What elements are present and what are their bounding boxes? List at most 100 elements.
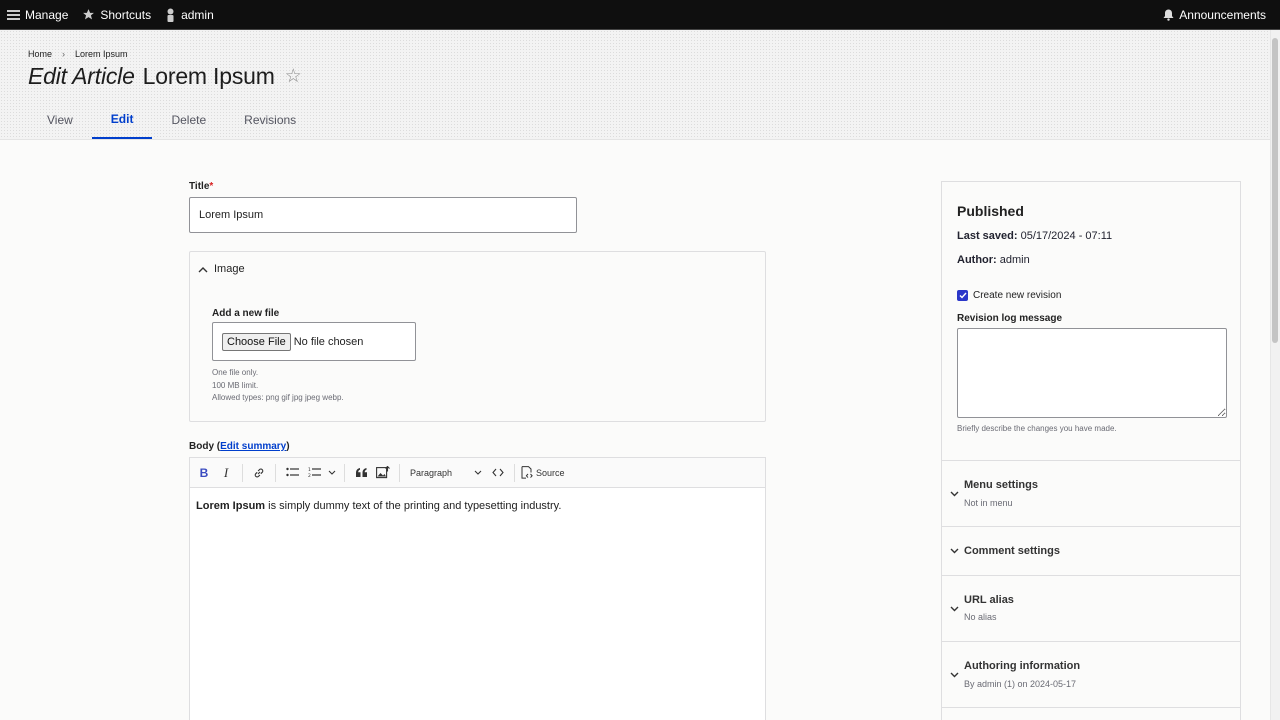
authoring-info-summary: By admin (1) on 2024-05-17 — [964, 679, 1077, 689]
next-accordion-border — [942, 707, 1240, 720]
body-editor: B I 12 Paragraph Source Lorem Ipsum is s… — [189, 457, 766, 720]
no-file-text: No file chosen — [293, 335, 364, 348]
blockquote-icon[interactable] — [351, 461, 371, 485]
create-revision-checkbox[interactable] — [957, 290, 968, 301]
scrollbar-thumb[interactable] — [1272, 38, 1278, 343]
file-desc-types: Allowed types: png gif jpg jpeg webp. — [212, 393, 344, 402]
toolbar-divider — [242, 463, 243, 482]
page-title-prefix: Edit Article — [28, 63, 135, 89]
breadcrumb: Home › Lorem Ipsum — [28, 49, 128, 59]
chevron-up-icon — [198, 266, 208, 272]
edit-summary-link[interactable]: Edit summary — [220, 441, 286, 452]
image-summary-label: Image — [214, 263, 245, 275]
shortcuts-button[interactable]: Shortcuts — [75, 0, 158, 30]
publish-status: Published — [957, 203, 1024, 219]
comment-settings-accordion[interactable]: Comment settings — [942, 526, 1240, 575]
admin-toolbar: Manage Shortcuts admin Announcements — [0, 0, 1280, 30]
create-revision-field: Create new revision — [957, 290, 1061, 301]
content-text: is simply dummy text of the printing and… — [265, 500, 562, 512]
bold-icon[interactable]: B — [194, 461, 214, 485]
title-label: Title* — [189, 181, 213, 192]
italic-icon[interactable]: I — [216, 461, 236, 485]
toolbar-divider — [344, 463, 345, 482]
toolbar-divider — [514, 463, 515, 482]
toolbar-divider — [399, 463, 400, 482]
primary-tabs: View Edit Delete Revisions — [28, 101, 315, 139]
hamburger-icon — [7, 9, 20, 20]
url-alias-title: URL alias — [964, 594, 1014, 606]
code-icon[interactable] — [488, 461, 508, 485]
page-scrollbar[interactable] — [1270, 30, 1280, 720]
content-bold-text: Lorem Ipsum — [196, 500, 266, 512]
user-menu-button[interactable]: admin — [158, 0, 221, 30]
chevron-down-icon — [950, 491, 959, 497]
user-label: admin — [181, 7, 214, 22]
title-input[interactable] — [189, 197, 577, 233]
insert-image-icon[interactable] — [373, 461, 393, 485]
menu-settings-title: Menu settings — [964, 479, 1038, 491]
authoring-info-accordion[interactable]: Authoring information By admin (1) on 20… — [942, 641, 1240, 707]
body-label-text: Body — [189, 441, 214, 452]
heading-format-select[interactable]: Paragraph — [406, 468, 486, 478]
svg-text:2: 2 — [308, 473, 311, 478]
breadcrumb-current[interactable]: Lorem Ipsum — [75, 49, 128, 59]
url-alias-accordion[interactable]: URL alias No alias — [942, 575, 1240, 641]
image-fieldset: Image Add a new file Choose File No file… — [189, 251, 766, 422]
shortcut-star-icon[interactable]: ☆ — [285, 65, 302, 88]
editor-content[interactable]: Lorem Ipsum is simply dummy text of the … — [190, 488, 765, 524]
star-icon — [83, 9, 95, 20]
comment-settings-title: Comment settings — [964, 545, 1060, 557]
numbered-list-icon[interactable]: 12 — [304, 461, 324, 485]
announcements-button[interactable]: Announcements — [1156, 0, 1280, 30]
tab-delete[interactable]: Delete — [152, 101, 225, 139]
meta-sidebar: Published Last saved: 05/17/2024 - 07:11… — [941, 181, 1241, 720]
announcements-label: Announcements — [1179, 7, 1266, 22]
url-alias-summary: No alias — [964, 612, 997, 622]
manage-label: Manage — [25, 7, 69, 22]
chevron-down-icon — [950, 606, 959, 612]
checkmark-icon — [959, 292, 967, 299]
shortcuts-label: Shortcuts — [100, 7, 152, 22]
menu-settings-summary: Not in menu — [964, 498, 1013, 508]
breadcrumb-home[interactable]: Home — [28, 49, 52, 59]
revision-log-label: Revision log message — [957, 313, 1063, 324]
add-file-label: Add a new file — [212, 308, 280, 319]
toolbar-divider — [275, 463, 276, 482]
image-summary-toggle[interactable]: Image — [198, 263, 245, 275]
bulleted-list-icon[interactable] — [282, 461, 302, 485]
last-saved-label: Last saved: — [957, 230, 1018, 242]
chevron-down-icon — [474, 470, 482, 475]
source-label: Source — [536, 467, 565, 478]
revision-log-textarea[interactable] — [957, 328, 1227, 418]
menu-settings-accordion[interactable]: Menu settings Not in menu — [942, 460, 1240, 526]
body-label: Body (Edit summary) — [189, 441, 290, 452]
required-marker: * — [209, 181, 214, 192]
editor-toolbar: B I 12 Paragraph Source — [190, 458, 765, 488]
author-value: admin — [999, 254, 1030, 266]
page-header: Home › Lorem Ipsum Edit Article Lorem Ip… — [0, 30, 1270, 140]
last-saved: Last saved: 05/17/2024 - 07:11 — [957, 230, 1112, 242]
bell-icon — [1163, 9, 1174, 21]
manage-menu-button[interactable]: Manage — [0, 0, 75, 30]
author-label: Author: — [957, 254, 997, 266]
source-button[interactable]: Source — [521, 466, 565, 479]
tab-revisions[interactable]: Revisions — [225, 101, 315, 139]
chevron-down-icon — [950, 672, 959, 678]
list-dropdown-chevron-icon[interactable] — [326, 461, 338, 485]
svg-text:1: 1 — [308, 467, 311, 473]
authoring-info-title: Authoring information — [964, 660, 1081, 672]
author-info: Author: admin — [957, 254, 1030, 266]
create-revision-label[interactable]: Create new revision — [973, 290, 1061, 301]
source-icon — [521, 466, 533, 479]
file-input[interactable]: Choose File No file chosen — [212, 322, 416, 361]
revision-log-description: Briefly describe the changes you have ma… — [957, 424, 1117, 433]
last-saved-value: 05/17/2024 - 07:11 — [1020, 230, 1113, 242]
file-description: One file only. 100 MB limit. Allowed typ… — [212, 367, 344, 405]
breadcrumb-separator-icon: › — [62, 49, 66, 59]
choose-file-button[interactable]: Choose File — [222, 332, 291, 351]
file-desc-limit: 100 MB limit. — [212, 380, 259, 390]
user-icon — [167, 8, 174, 22]
tab-view[interactable]: View — [28, 101, 92, 139]
tab-edit[interactable]: Edit — [91, 101, 153, 139]
link-icon[interactable] — [249, 461, 269, 485]
